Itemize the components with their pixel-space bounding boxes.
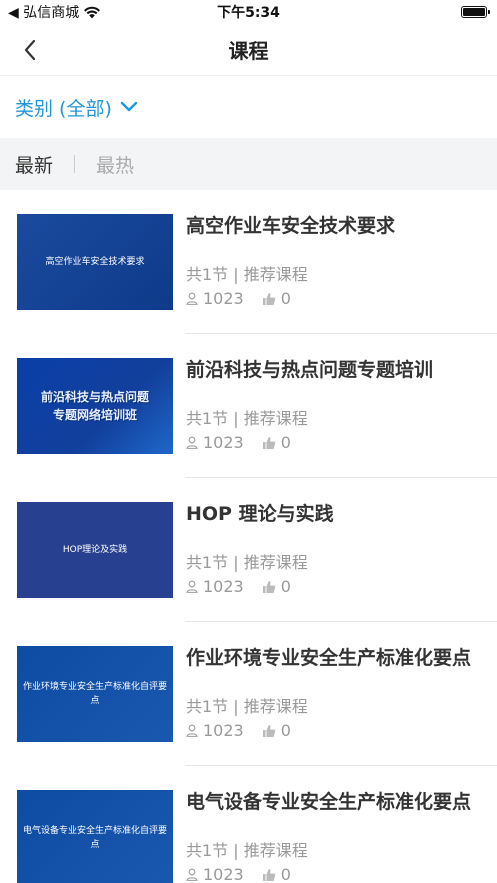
sort-hottest-tab[interactable]: 最热 <box>96 151 134 178</box>
likes-count: 0 <box>280 865 291 883</box>
course-title: 作业环境专业安全生产标准化要点 <box>186 647 472 669</box>
sort-newest-tab[interactable]: 最新 <box>15 151 53 178</box>
battery-icon <box>461 6 490 18</box>
course-info: 电气设备专业安全生产标准化要点 共1节 | 推荐课程 1023 0 <box>173 790 497 883</box>
person-icon <box>186 436 198 449</box>
person-icon <box>186 724 198 737</box>
course-meta: 共1节 | 推荐课程 <box>186 697 308 716</box>
thumbnail-caption-line-2: 专题网络培训班 <box>52 408 137 422</box>
likes-count: 0 <box>280 289 291 308</box>
thumbnail-caption: 高空作业车安全技术要求 <box>45 257 145 267</box>
likes-count: 0 <box>280 721 291 740</box>
course-stats: 1023 0 <box>186 577 485 596</box>
views-stat: 1023 <box>186 865 244 883</box>
course-stats: 1023 0 <box>186 721 485 740</box>
person-icon <box>186 292 198 305</box>
course-stats: 1023 0 <box>186 433 485 452</box>
views-count: 1023 <box>203 577 244 596</box>
course-title: 高空作业车安全技术要求 <box>186 215 396 237</box>
views-stat: 1023 <box>186 433 244 452</box>
category-filter-dropdown[interactable]: 类别 (全部) <box>0 76 497 138</box>
wifi-icon <box>84 6 101 18</box>
status-bar: ◀ 弘信商城 下午5:34 <box>0 0 497 24</box>
back-button[interactable] <box>16 38 44 62</box>
sort-divider <box>74 155 76 173</box>
thumbs-up-icon <box>262 580 275 593</box>
course-item[interactable]: HOP理论及实践 HOP 理论与实践 共1节 | 推荐课程 1023 0 <box>0 478 497 622</box>
course-meta: 共1节 | 推荐课程 <box>186 841 308 860</box>
thumbnail-caption-line-1: 前沿科技与热点问题 <box>40 390 149 404</box>
course-info: 前沿科技与热点问题专题培训 共1节 | 推荐课程 1023 0 <box>173 358 497 478</box>
likes-count: 0 <box>280 577 291 596</box>
course-item[interactable]: 作业环境专业安全生产标准化自评要点 作业环境专业安全生产标准化要点 共1节 | … <box>0 622 497 766</box>
thumbnail-caption: 作业环境专业安全生产标准化自评要点 <box>23 682 168 706</box>
category-filter-label: 类别 (全部) <box>15 97 112 120</box>
likes-count: 0 <box>280 433 291 452</box>
views-count: 1023 <box>203 289 244 308</box>
course-item[interactable]: 前沿科技与热点问题 专题网络培训班 前沿科技与热点问题专题培训 共1节 | 推荐… <box>0 334 497 478</box>
course-thumbnail: HOP理论及实践 <box>17 502 173 598</box>
course-list: 高空作业车安全技术要求 高空作业车安全技术要求 共1节 | 推荐课程 1023 … <box>0 190 497 883</box>
course-thumbnail: 电气设备专业安全生产标准化自评要点 <box>17 790 173 883</box>
chevron-down-icon <box>120 101 138 112</box>
course-stats: 1023 0 <box>186 289 485 308</box>
views-count: 1023 <box>203 721 244 740</box>
views-stat: 1023 <box>186 577 244 596</box>
views-count: 1023 <box>203 865 244 883</box>
course-title: 电气设备专业安全生产标准化要点 <box>186 791 472 813</box>
likes-stat[interactable]: 0 <box>262 577 291 596</box>
thumbs-up-icon <box>262 436 275 449</box>
navigation-bar: 课程 <box>0 24 497 76</box>
course-title: 前沿科技与热点问题专题培训 <box>186 359 434 381</box>
course-item[interactable]: 电气设备专业安全生产标准化自评要点 电气设备专业安全生产标准化要点 共1节 | … <box>0 766 497 883</box>
course-thumbnail: 作业环境专业安全生产标准化自评要点 <box>17 646 173 742</box>
views-stat: 1023 <box>186 289 244 308</box>
likes-stat[interactable]: 0 <box>262 289 291 308</box>
views-count: 1023 <box>203 433 244 452</box>
course-stats: 1023 0 <box>186 865 485 883</box>
thumbs-up-icon <box>262 868 275 881</box>
chevron-left-icon <box>24 39 36 61</box>
thumbs-up-icon <box>262 724 275 737</box>
course-meta: 共1节 | 推荐课程 <box>186 265 308 284</box>
course-meta: 共1节 | 推荐课程 <box>186 409 308 428</box>
course-meta: 共1节 | 推荐课程 <box>186 553 308 572</box>
course-thumbnail: 前沿科技与热点问题 专题网络培训班 <box>17 358 173 454</box>
thumbnail-caption: HOP理论及实践 <box>62 545 128 555</box>
course-title: HOP 理论与实践 <box>186 503 334 525</box>
course-item[interactable]: 高空作业车安全技术要求 高空作业车安全技术要求 共1节 | 推荐课程 1023 … <box>0 190 497 334</box>
thumbnail-caption: 前沿科技与热点问题 专题网络培训班 <box>41 388 149 424</box>
course-info: HOP 理论与实践 共1节 | 推荐课程 1023 0 <box>173 502 497 622</box>
thumbs-up-icon <box>262 292 275 305</box>
back-to-app-link[interactable]: ◀ 弘信商城 <box>8 2 79 22</box>
person-icon <box>186 868 198 881</box>
sort-bar: 最新 最热 <box>0 138 497 190</box>
likes-stat[interactable]: 0 <box>262 433 291 452</box>
person-icon <box>186 580 198 593</box>
page-title: 课程 <box>228 39 269 63</box>
course-thumbnail: 高空作业车安全技术要求 <box>17 214 173 310</box>
course-info: 作业环境专业安全生产标准化要点 共1节 | 推荐课程 1023 0 <box>173 646 497 766</box>
views-stat: 1023 <box>186 721 244 740</box>
likes-stat[interactable]: 0 <box>262 865 291 883</box>
likes-stat[interactable]: 0 <box>262 721 291 740</box>
status-left: ◀ 弘信商城 <box>8 2 101 22</box>
course-info: 高空作业车安全技术要求 共1节 | 推荐课程 1023 0 <box>173 214 497 334</box>
thumbnail-caption: 电气设备专业安全生产标准化自评要点 <box>23 826 168 850</box>
